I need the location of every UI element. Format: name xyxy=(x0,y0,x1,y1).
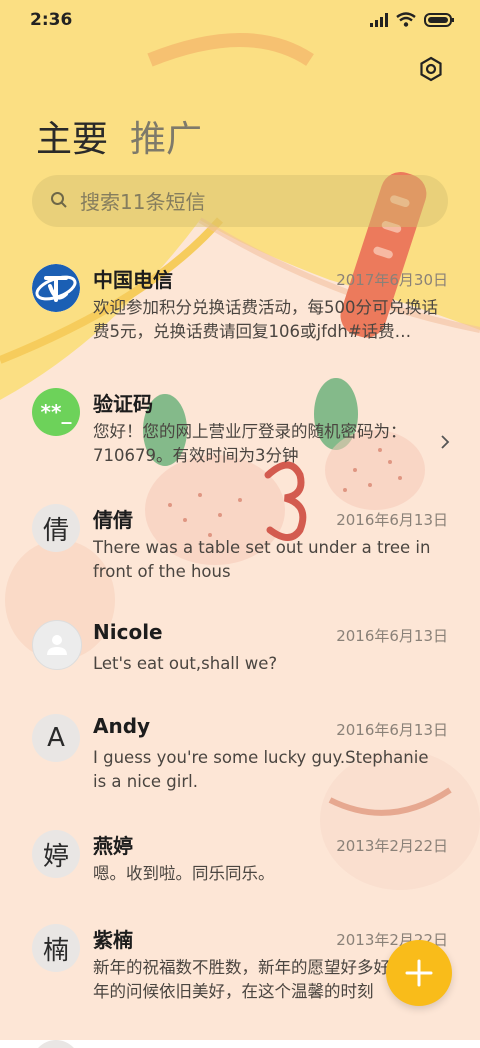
contact-name: 中国电信 xyxy=(93,268,173,292)
search-icon xyxy=(51,192,67,208)
contact-name: Nicole xyxy=(93,620,163,644)
message-date: 2016年6月13日 xyxy=(336,511,448,529)
message-preview: I guess you're some lucky guy.Stephanie … xyxy=(93,748,429,791)
contact-avatar: 倩 xyxy=(32,504,80,552)
message-date: 2016年6月13日 xyxy=(336,721,448,739)
china-telecom-logo-icon xyxy=(32,264,80,312)
china-telecom-logo-avatar xyxy=(32,264,80,312)
message-preview: 嗯。收到啦。同乐同乐。 xyxy=(93,864,275,883)
message-date: 2016年6月13日 xyxy=(336,627,448,645)
status-bar: 2:36 xyxy=(0,0,480,40)
search-bar[interactable] xyxy=(32,175,448,229)
message-preview: Let's eat out,shall we? xyxy=(93,654,278,673)
message-preview: There was a table set out under a tree i… xyxy=(93,538,431,581)
message-preview: 您好！您的网上营业厅登录的随机密码为：710679。有效时间为3分钟 xyxy=(93,422,407,465)
contact-avatar xyxy=(32,1040,80,1048)
message-preview: 欢迎参加积分兑换话费活动，每500分可兑换话费5元，兑换话费请回复106或jfd… xyxy=(93,298,438,341)
contact-name: 燕婷 xyxy=(93,834,133,858)
signal-icon xyxy=(370,12,388,27)
conversation-item[interactable]: Nicole 2016年6月13日 Let's eat out,shall we… xyxy=(0,608,480,708)
search-input[interactable] xyxy=(78,175,422,229)
battery-icon xyxy=(424,12,454,27)
contact-avatar: A xyxy=(32,714,80,762)
tab-primary[interactable]: 主要 xyxy=(36,110,108,162)
contact-avatar: 楠 xyxy=(32,924,80,972)
conversation-item[interactable]: **_ 验证码 您好！您的网上营业厅登录的随机密码为：710679。有效时间为3… xyxy=(0,376,480,476)
chevron-right-icon[interactable] xyxy=(440,434,450,450)
conversation-item-partial[interactable] xyxy=(0,1028,480,1048)
category-tabs: 主要 推广 xyxy=(36,110,202,162)
tab-promotions[interactable]: 推广 xyxy=(130,110,202,162)
new-message-button[interactable] xyxy=(386,940,452,1006)
contact-name: Andy xyxy=(93,714,151,738)
status-icons xyxy=(370,12,454,27)
contact-name: 验证码 xyxy=(93,392,153,416)
contact-avatar xyxy=(32,620,82,670)
wifi-icon xyxy=(396,12,416,27)
verification-code-avatar: **_ xyxy=(32,388,80,436)
conversation-item[interactable]: A Andy 2016年6月13日 I guess you're some lu… xyxy=(0,702,480,802)
conversation-item[interactable]: 倩 倩倩 2016年6月13日 There was a table set ou… xyxy=(0,492,480,592)
contact-avatar: 婷 xyxy=(32,830,80,878)
contact-name: 倩倩 xyxy=(93,508,133,532)
status-time: 2:36 xyxy=(30,10,73,30)
plus-icon xyxy=(405,959,433,987)
person-icon xyxy=(47,635,67,655)
conversation-item[interactable]: 婷 燕婷 2013年2月22日 嗯。收到啦。同乐同乐。 xyxy=(0,818,480,918)
message-date: 2013年2月22日 xyxy=(336,837,448,855)
message-date: 2017年6月30日 xyxy=(336,271,448,289)
settings-gear-icon[interactable] xyxy=(418,56,444,82)
contact-name: 紫楠 xyxy=(93,928,133,952)
conversation-item[interactable]: 中国电信 2017年6月30日 欢迎参加积分兑换话费活动，每500分可兑换话费5… xyxy=(0,252,480,352)
